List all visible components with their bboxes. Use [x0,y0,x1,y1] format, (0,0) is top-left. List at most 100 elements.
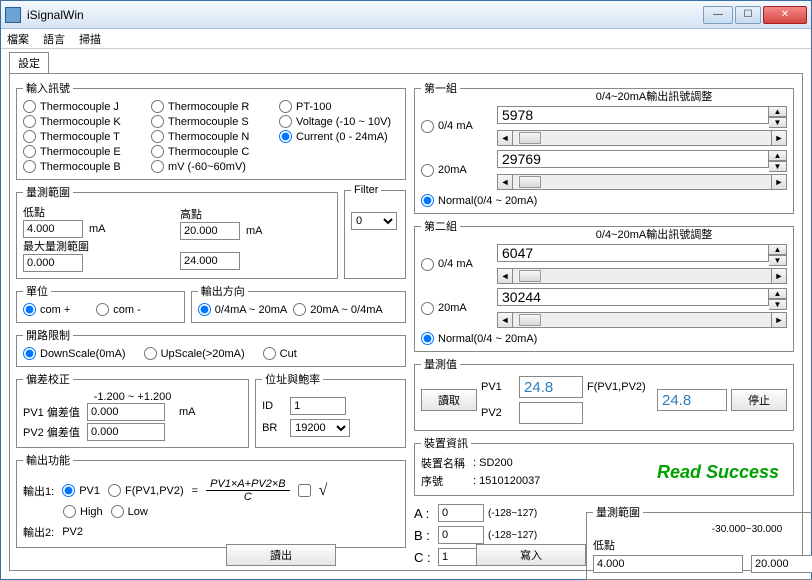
input-grp2-v2[interactable] [497,288,769,306]
rb-cut[interactable]: Cut [263,347,297,360]
formula-eq: = [192,485,198,497]
rb-current[interactable]: Current (0 - 24mA) [279,130,399,143]
rb-tc-t[interactable]: Thermocouple T [23,130,143,143]
btn-read-all[interactable]: 讀出 [226,544,336,566]
rb-grp1-normal[interactable]: Normal(0/4 ~ 20mA) [421,194,537,207]
offset-range-label: -1.200 ~ +1.200 [23,391,242,403]
input-grp1-v1[interactable] [497,106,769,124]
group-mrange: 量測範圍 低點 高點 -30.000~30.000 [586,504,812,580]
label-id: ID [262,400,284,412]
input-maxrange-high[interactable] [180,252,240,270]
rb-outdir-a[interactable]: 0/4mA ~ 20mA [198,303,287,316]
rb-com-minus[interactable]: com - [96,303,141,316]
group-devinfo: 裝置資訊 裝置名稱 : SD200 Read Success 序號 : 1510… [414,435,794,496]
rb-grp2-04[interactable]: 0/4 mA [421,258,491,271]
spin-up-icon[interactable]: ▲ [769,288,787,299]
menu-scan[interactable]: 掃描 [79,31,101,47]
tab-settings[interactable]: 設定 [9,52,49,74]
menu-file[interactable]: 檔案 [7,31,29,47]
input-range-high[interactable] [180,222,240,240]
input-maxrange-low[interactable] [23,254,83,272]
rb-upscale[interactable]: UpScale(>20mA) [144,347,245,360]
label-devname: 裝置名稱 [421,455,467,471]
select-filter[interactable]: 0 [351,212,397,230]
scroll-grp1-v2[interactable]: ◄► [497,174,787,190]
mrange-span: -30.000~30.000 [593,524,812,535]
titlebar: iSignalWin — ☐ ✕ [1,1,811,29]
group-addr: 位址與鮑率 ID BR 19200 [255,371,406,448]
input-pv1-offset[interactable] [87,403,165,421]
rb-pt100[interactable]: PT-100 [279,100,399,113]
spin-down-icon[interactable]: ▼ [769,255,787,266]
scroll-grp1-v1[interactable]: ◄► [497,130,787,146]
rb-out1-f[interactable]: F(PV1,PV2) [108,484,184,497]
rb-tc-e[interactable]: Thermocouple E [23,145,143,158]
group-grp1: 第一組 0/4~20mA輸出訊號調整 0/4 mA ▲▼ ◄► 20mA [414,80,794,214]
value-pv1: 24.8 [519,376,583,398]
close-button[interactable]: ✕ [763,6,807,24]
spin-down-icon[interactable]: ▼ [769,299,787,310]
legend-outdir: 輸出方向 [198,283,248,299]
input-grp2-v1[interactable] [497,244,769,262]
input-a[interactable] [438,504,484,522]
minimize-button[interactable]: — [703,6,733,24]
offset-unit: mA [179,406,196,418]
group-unit: 單位 com + com - [16,283,185,323]
rb-com-plus[interactable]: com + [23,303,70,316]
rb-tc-j[interactable]: Thermocouple J [23,100,143,113]
label-pv2-offset: PV2 偏差值 [23,424,81,440]
rb-mv[interactable]: mV (-60~60mV) [151,160,271,173]
rb-grp2-20[interactable]: 20mA [421,302,491,315]
rb-downscale[interactable]: DownScale(0mA) [23,347,126,360]
scroll-grp2-v2[interactable]: ◄► [497,312,787,328]
label-low: 低點 [23,204,77,220]
label-pv1-offset: PV1 偏差值 [23,404,81,420]
rb-tc-n[interactable]: Thermocouple N [151,130,271,143]
rb-out1-high[interactable]: High [63,505,103,518]
rb-tc-s[interactable]: Thermocouple S [151,115,271,128]
rb-tc-r[interactable]: Thermocouple R [151,100,271,113]
input-range-low[interactable] [23,220,83,238]
legend-grp1: 第一組 [424,83,457,95]
label-f: F(PV1,PV2) [587,381,653,393]
maximize-button[interactable]: ☐ [735,6,761,24]
spin-up-icon[interactable]: ▲ [769,150,787,161]
window-title: iSignalWin [27,8,703,22]
spin-up-icon[interactable]: ▲ [769,106,787,117]
spin-up-icon[interactable]: ▲ [769,244,787,255]
rb-tc-c[interactable]: Thermocouple C [151,145,271,158]
group-range: 量測範圍 低點 mA 最大量測範圍 高點 [16,184,338,279]
label-a: A : [414,506,434,521]
out2-value: PV2 [62,526,83,538]
input-id[interactable] [290,397,346,415]
value-sn: : 1510120037 [473,475,651,487]
rb-outdir-b[interactable]: 20mA ~ 0/4mA [293,303,382,316]
group-input-signal: 輸入訊號 Thermocouple J Thermocouple R PT-10… [16,80,406,180]
rb-grp1-04[interactable]: 0/4 mA [421,120,491,133]
rb-out1-low[interactable]: Low [111,505,148,518]
legend-openloop: 開路限制 [23,327,73,343]
legend-addr: 位址與鮑率 [262,371,323,387]
btn-stop[interactable]: 停止 [731,389,787,411]
chk-sqrt[interactable] [298,484,311,497]
menu-language[interactable]: 語言 [43,31,65,47]
rb-grp1-20[interactable]: 20mA [421,164,491,177]
rb-tc-b[interactable]: Thermocouple B [23,160,143,173]
rb-tc-k[interactable]: Thermocouple K [23,115,143,128]
btn-read-pv[interactable]: 讀取 [421,389,477,411]
spin-down-icon[interactable]: ▼ [769,117,787,128]
rb-voltage[interactable]: Voltage (-10 ~ 10V) [279,115,399,128]
input-grp1-v2[interactable] [497,150,769,168]
scroll-grp2-v1[interactable]: ◄► [497,268,787,284]
rb-grp2-normal[interactable]: Normal(0/4 ~ 20mA) [421,332,537,345]
input-pv2-offset[interactable] [87,423,165,441]
grp1-head: 0/4~20mA輸出訊號調整 [521,88,787,104]
btn-write-all[interactable]: 寫入 [476,544,586,566]
label-pv1: PV1 [481,381,515,393]
spin-down-icon[interactable]: ▼ [769,161,787,172]
rb-out1-pv1[interactable]: PV1 [62,484,100,497]
legend-devinfo: 裝置資訊 [421,435,471,451]
value-devname: : SD200 [473,457,651,469]
input-b[interactable] [438,526,484,544]
select-br[interactable]: 19200 [290,419,350,437]
